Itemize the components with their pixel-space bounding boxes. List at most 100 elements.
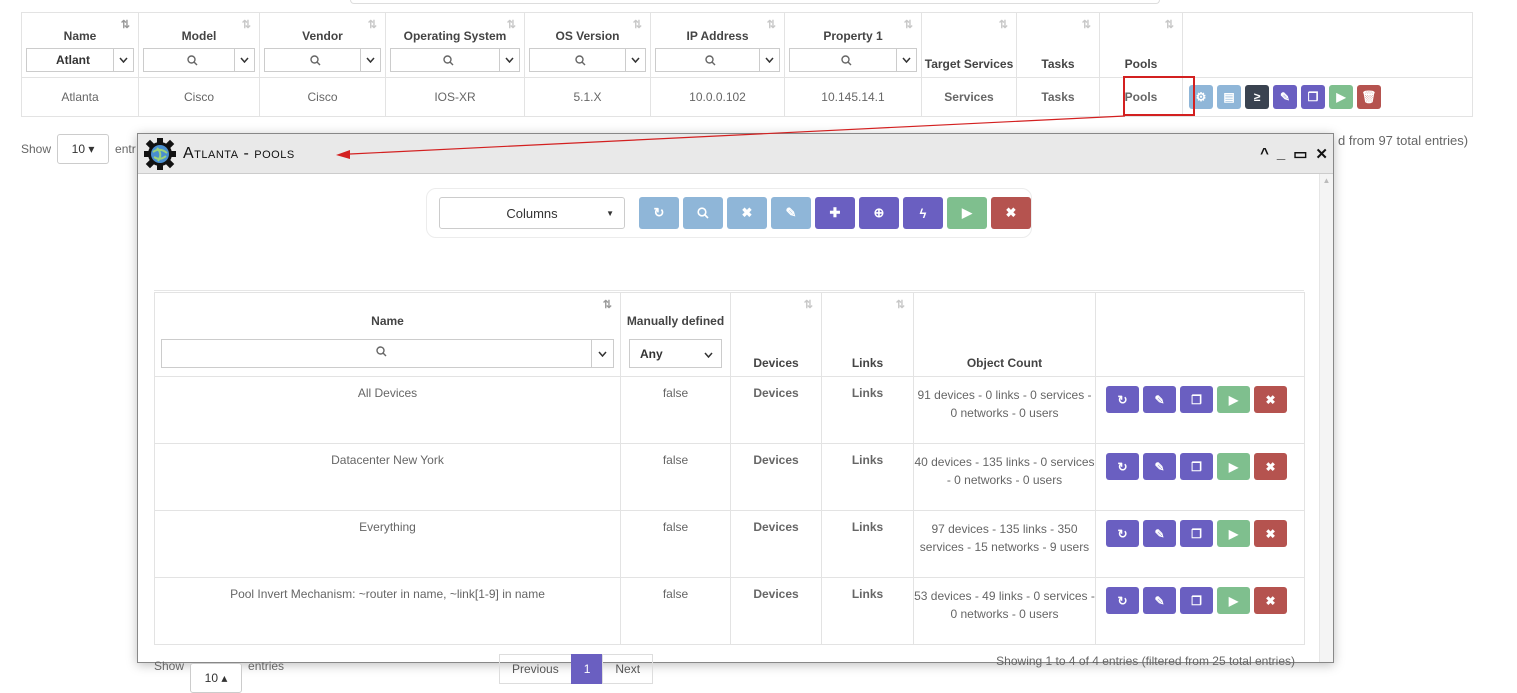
duplicate-button[interactable]: ❐ [1180, 386, 1213, 413]
refresh-button[interactable]: ↻ [1106, 453, 1139, 480]
update-all-button[interactable]: ϟ [903, 197, 943, 229]
pool-name: All Devices [154, 376, 621, 444]
links-link[interactable]: Links [821, 443, 914, 511]
upload-button[interactable]: ⊕ [859, 197, 899, 229]
scrollbar[interactable]: ▲ [1319, 174, 1333, 662]
refresh-button[interactable]: ↻ [1106, 386, 1139, 413]
copy-icon: ❐ [1307, 90, 1319, 104]
pool-manual: false [620, 510, 731, 578]
table-row: All Devices false Devices Links 91 devic… [154, 376, 1305, 444]
delete-button[interactable]: ✖ [1254, 587, 1287, 614]
os-version-filter[interactable] [529, 48, 646, 72]
search-icon [310, 55, 321, 66]
row-actions: ↻ ✎ ❐ ▶ ✖ [1095, 577, 1305, 645]
col-pools[interactable]: ⇅ Pools [1099, 12, 1183, 78]
col-manual[interactable]: Manually defined Any [620, 292, 731, 377]
col-ip[interactable]: ⇅ IP Address [650, 12, 785, 78]
chevron-down-icon[interactable] [759, 49, 779, 71]
devices-link[interactable]: Devices [730, 577, 822, 645]
close-icon[interactable]: ✕ [1315, 145, 1328, 163]
logs-button[interactable]: ▤ [1217, 85, 1241, 109]
name-filter[interactable] [161, 339, 614, 368]
chevron-down-icon[interactable] [896, 49, 916, 71]
edit-button[interactable]: ✎ [1143, 386, 1176, 413]
links-link[interactable]: Links [821, 376, 914, 444]
pencil-icon: ✎ [785, 205, 797, 220]
col-model[interactable]: ⇅ Model [138, 12, 260, 78]
run-button[interactable]: ▶ [947, 197, 987, 229]
links-link[interactable]: Links [821, 577, 914, 645]
collapse-icon[interactable]: ^ [1260, 145, 1269, 162]
edit-button[interactable]: ✎ [1273, 85, 1297, 109]
duplicate-button[interactable]: ❐ [1180, 453, 1213, 480]
tasks-link[interactable]: Tasks [1016, 77, 1100, 117]
chevron-down-icon[interactable] [360, 49, 380, 71]
col-actions [1095, 292, 1305, 377]
col-devices[interactable]: ⇅ Devices [730, 292, 822, 377]
col-target-services[interactable]: ⇅ Target Services [921, 12, 1017, 78]
duplicate-button[interactable]: ❐ [1180, 520, 1213, 547]
minimize-icon[interactable]: _ [1277, 145, 1285, 162]
ip-filter[interactable] [655, 48, 780, 72]
col-property1[interactable]: ⇅ Property 1 [784, 12, 922, 78]
pools-panel: Atlanta - pools ^ _ ▭ ✕ ▲ Columns ▼ ↻ ✖ ✎… [137, 133, 1334, 693]
chevron-down-icon[interactable] [499, 49, 519, 71]
col-tasks[interactable]: ⇅ Tasks [1016, 12, 1100, 78]
delete-button[interactable]: ✖ [1254, 453, 1287, 480]
os-filter[interactable] [390, 48, 520, 72]
manual-filter[interactable]: Any [629, 339, 722, 368]
add-button[interactable]: ✚ [815, 197, 855, 229]
col-name[interactable]: ⇅ Name [154, 292, 621, 377]
panel-header[interactable]: Atlanta - pools ^ _ ▭ ✕ [138, 134, 1333, 174]
edit-button[interactable]: ✎ [1143, 587, 1176, 614]
refresh-button[interactable]: ↻ [1106, 587, 1139, 614]
run-button[interactable]: ▶ [1217, 386, 1250, 413]
vendor-filter[interactable] [264, 48, 381, 72]
duplicate-button[interactable]: ❐ [1301, 85, 1325, 109]
devices-link[interactable]: Devices [730, 443, 822, 511]
services-link[interactable]: Services [921, 77, 1017, 117]
edit-button[interactable]: ✎ [1143, 453, 1176, 480]
run-button[interactable]: ▶ [1329, 85, 1353, 109]
caret-down-icon: ▾ [88, 142, 95, 156]
run-button[interactable]: ▶ [1217, 520, 1250, 547]
chevron-down-icon[interactable] [625, 49, 645, 71]
maximize-icon[interactable]: ▭ [1293, 145, 1307, 163]
page-size-select[interactable]: 10 ▾ [57, 134, 110, 164]
delete-button[interactable]: ✖ [1254, 520, 1287, 547]
cell-property1: 10.145.14.1 [784, 77, 922, 117]
terminal-button[interactable]: ≥ [1245, 85, 1269, 109]
refresh-button[interactable]: ↻ [639, 197, 679, 229]
duplicate-button[interactable]: ❐ [1180, 587, 1213, 614]
col-vendor[interactable]: ⇅ Vendor [259, 12, 386, 78]
x-icon: ✖ [741, 205, 753, 220]
col-links[interactable]: ⇅ Links [821, 292, 914, 377]
delete-button[interactable]: ✖ [1254, 386, 1287, 413]
devices-link[interactable]: Devices [730, 510, 822, 578]
delete-button[interactable]: 🗑 [1357, 85, 1381, 109]
property1-filter[interactable] [789, 48, 917, 72]
page-size-select[interactable]: 10 ▴ [190, 663, 243, 693]
run-button[interactable]: ▶ [1217, 587, 1250, 614]
refresh-button[interactable]: ↻ [1106, 520, 1139, 547]
edit-button[interactable]: ✎ [1143, 520, 1176, 547]
columns-select[interactable]: Columns ▼ [439, 197, 625, 229]
name-filter[interactable]: Atlant [26, 48, 134, 72]
delete-all-button[interactable]: ✖ [991, 197, 1031, 229]
run-button[interactable]: ▶ [1217, 453, 1250, 480]
model-filter[interactable] [143, 48, 255, 72]
scroll-up-icon[interactable]: ▲ [1320, 176, 1333, 185]
clear-button[interactable]: ✖ [727, 197, 767, 229]
search-button[interactable] [683, 197, 723, 229]
col-os[interactable]: ⇅ Operating System [385, 12, 525, 78]
chevron-down-icon[interactable] [234, 49, 254, 71]
play-icon: ▶ [1228, 593, 1239, 608]
col-name[interactable]: ⇅ Name Atlant [21, 12, 139, 78]
devices-link[interactable]: Devices [730, 376, 822, 444]
x-icon: ✖ [1265, 526, 1276, 541]
col-os-version[interactable]: ⇅ OS Version [524, 12, 651, 78]
chevron-down-icon[interactable] [113, 49, 133, 71]
bulk-edit-button[interactable]: ✎ [771, 197, 811, 229]
chevron-down-icon[interactable] [591, 340, 613, 367]
links-link[interactable]: Links [821, 510, 914, 578]
